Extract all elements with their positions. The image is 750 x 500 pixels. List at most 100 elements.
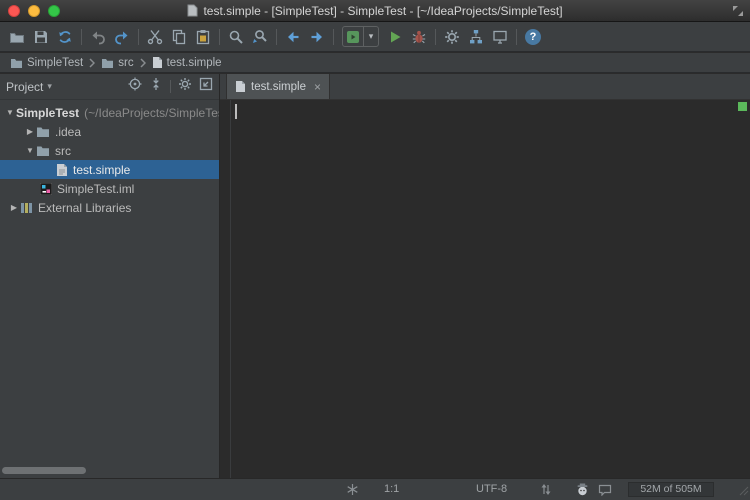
tree-row-project-root[interactable]: ▼ SimpleTest (~/IdeaProjects/SimpleTest) [0,103,219,122]
clipboard-icon [195,29,211,45]
tab-test-simple[interactable]: test.simple × [226,74,330,99]
project-structure-button[interactable] [464,25,488,49]
collapse-arrow-icon[interactable]: ▶ [24,127,36,136]
file-icon [152,56,163,69]
panel-settings-button[interactable] [178,77,192,96]
horizontal-scrollbar-thumb[interactable] [2,467,86,474]
replace-button[interactable] [248,25,272,49]
breadcrumb-src[interactable]: src [99,57,135,69]
expand-arrow-icon[interactable]: ▼ [24,146,36,155]
tree-label: src [55,144,71,158]
hector-face-icon [576,483,589,496]
event-log-button[interactable] [598,484,612,496]
hierarchy-icon [468,29,484,45]
tree-row-src-folder[interactable]: ▼ src [0,141,219,160]
folder-icon [101,57,114,69]
tree-row-idea-folder[interactable]: ▶ .idea [0,122,219,141]
code-editor[interactable] [220,100,750,478]
monitor-icon [492,29,508,45]
help-button[interactable]: ? [521,25,545,49]
help-icon: ? [525,29,541,45]
close-tab-icon[interactable]: × [314,81,321,93]
undo-button[interactable] [86,25,110,49]
caret-position-label[interactable]: 1:1 [384,479,399,500]
navigation-bar: SimpleTest src test.simple [0,53,750,73]
copy-icon [171,29,187,45]
hide-window-icon [199,77,213,91]
forward-button[interactable] [305,25,329,49]
save-all-button[interactable] [29,25,53,49]
asterisk-icon [346,483,359,496]
tree-row-iml-file[interactable]: SimpleTest.iml [0,179,219,198]
magnifier-arrow-icon [252,29,268,45]
document-proxy-icon [187,4,198,17]
close-window-button[interactable] [8,5,20,17]
gear-icon [444,29,460,45]
settings-button[interactable] [440,25,464,49]
zoom-window-button[interactable] [48,5,60,17]
hide-panel-button[interactable] [199,77,213,96]
toolbar-separator [516,29,517,45]
export-button[interactable] [488,25,512,49]
fullscreen-icon[interactable] [732,5,744,17]
minimize-window-button[interactable] [28,5,40,17]
editor-area: test.simple × [220,74,750,478]
cut-button[interactable] [143,25,167,49]
inspections-profile-button[interactable] [576,483,589,496]
undo-arrow-icon [90,29,106,45]
run-configuration-select[interactable]: ▾ [342,26,379,47]
memory-indicator[interactable]: 52M of 505M [628,482,714,497]
inspection-status-indicator[interactable] [738,102,747,111]
redo-button[interactable] [110,25,134,49]
project-view-selector[interactable]: Project [6,80,43,94]
file-icon [235,80,246,93]
file-encoding-label[interactable]: UTF-8 [476,479,507,500]
scroll-from-source-button[interactable] [128,77,142,96]
project-tool-window: Project ▾ ▼ SimpleTest (~/IdeaProjects/S… [0,74,220,478]
line-separator-button[interactable] [540,483,552,496]
status-bar: 1:1 UTF-8 52M of 505M [0,478,750,500]
expand-arrow-icon[interactable]: ▼ [4,108,16,117]
collapse-all-icon [149,77,163,91]
collapse-arrow-icon[interactable]: ▶ [8,203,20,212]
tree-row-external-libraries[interactable]: ▶ External Libraries [0,198,219,217]
chevron-right-icon [140,58,146,68]
text-caret [235,104,237,119]
main-area: Project ▾ ▼ SimpleTest (~/IdeaProjects/S… [0,74,750,478]
find-button[interactable] [224,25,248,49]
run-button[interactable] [383,25,407,49]
toolbar-separator [138,29,139,45]
up-down-arrows-icon [540,483,552,496]
tree-label: External Libraries [38,201,131,215]
synchronize-button[interactable] [53,25,77,49]
folder-icon [10,57,23,69]
back-button[interactable] [281,25,305,49]
background-tasks-button[interactable] [346,483,359,496]
library-icon [20,201,33,214]
intellij-module-icon [40,183,52,195]
open-button[interactable] [5,25,29,49]
breadcrumb-label: src [118,57,133,69]
file-icon [56,163,68,177]
paste-button[interactable] [191,25,215,49]
resize-grip-icon[interactable] [737,484,749,499]
collapse-all-button[interactable] [149,77,163,96]
breadcrumb-project[interactable]: SimpleTest [8,57,85,69]
chevron-down-icon: ▾ [363,27,378,46]
debug-button[interactable] [407,25,431,49]
breadcrumb-file[interactable]: test.simple [150,56,224,69]
tree-label: SimpleTest.iml [57,182,134,196]
play-icon [387,29,403,45]
target-icon [128,77,142,91]
title-bar: test.simple - [SimpleTest] - SimpleTest … [0,0,750,22]
tree-row-test-simple[interactable]: test.simple [0,160,219,179]
tree-label: .idea [55,125,81,139]
folder-icon [36,144,50,157]
tree-label: SimpleTest [16,106,79,120]
editor-gutter [220,100,231,478]
bug-icon [411,29,427,45]
project-tree: ▼ SimpleTest (~/IdeaProjects/SimpleTest)… [0,100,219,217]
toolbar-separator [81,29,82,45]
copy-button[interactable] [167,25,191,49]
toolbar-separator [170,80,171,93]
